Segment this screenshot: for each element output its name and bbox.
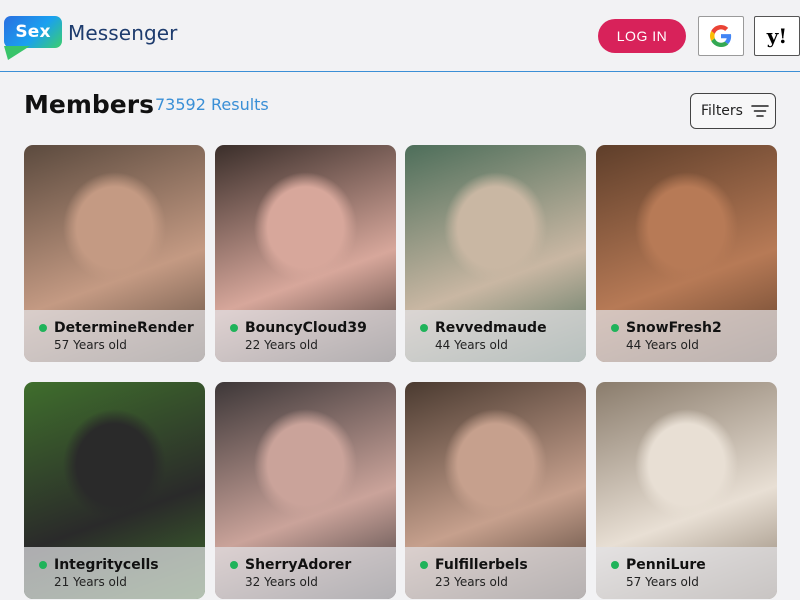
member-name: SherryAdorer xyxy=(245,557,352,573)
filters-button[interactable]: Filters xyxy=(690,93,776,129)
member-info: SherryAdorer 32 Years old xyxy=(215,547,396,599)
member-card[interactable]: Integritycells 21 Years old xyxy=(24,382,205,599)
online-status-dot xyxy=(230,324,238,332)
filters-label: Filters xyxy=(701,103,743,119)
member-age: 44 Years old xyxy=(435,338,508,352)
member-name: SnowFresh2 xyxy=(626,320,722,336)
online-status-dot xyxy=(611,324,619,332)
member-name: Fulfillerbels xyxy=(435,557,528,573)
member-card[interactable]: BouncyCloud39 22 Years old xyxy=(215,145,396,362)
online-status-dot xyxy=(611,561,619,569)
member-card[interactable]: SherryAdorer 32 Years old xyxy=(215,382,396,599)
top-bar: Sex Messenger LOG IN y! xyxy=(0,0,800,72)
member-card[interactable]: Revvedmaude 44 Years old xyxy=(405,145,586,362)
member-info: Revvedmaude 44 Years old xyxy=(405,310,586,362)
yahoo-icon: y! xyxy=(766,24,788,48)
member-age: 23 Years old xyxy=(435,575,508,589)
member-name: Revvedmaude xyxy=(435,320,547,336)
member-info: Fulfillerbels 23 Years old xyxy=(405,547,586,599)
member-name: BouncyCloud39 xyxy=(245,320,367,336)
member-age: 57 Years old xyxy=(54,338,127,352)
online-status-dot xyxy=(420,561,428,569)
google-login-button[interactable] xyxy=(698,16,744,56)
member-info: Integritycells 21 Years old xyxy=(24,547,205,599)
member-info: PenniLure 57 Years old xyxy=(596,547,777,599)
member-info: BouncyCloud39 22 Years old xyxy=(215,310,396,362)
member-info: DetermineRender 57 Years old xyxy=(24,310,205,362)
page-title: Members xyxy=(24,90,154,119)
member-age: 44 Years old xyxy=(626,338,699,352)
member-age: 57 Years old xyxy=(626,575,699,589)
login-button[interactable]: LOG IN xyxy=(598,19,686,53)
member-name: Integritycells xyxy=(54,557,159,573)
google-icon xyxy=(710,25,732,47)
member-age: 32 Years old xyxy=(245,575,318,589)
member-card[interactable]: SnowFresh2 44 Years old xyxy=(596,145,777,362)
member-card[interactable]: DetermineRender 57 Years old xyxy=(24,145,205,362)
filter-icon xyxy=(751,105,769,117)
member-info: SnowFresh2 44 Years old xyxy=(596,310,777,362)
logo-bubble: Sex xyxy=(4,16,62,60)
member-card[interactable]: Fulfillerbels 23 Years old xyxy=(405,382,586,599)
member-age: 22 Years old xyxy=(245,338,318,352)
online-status-dot xyxy=(39,324,47,332)
logo-badge-text: Sex xyxy=(15,22,51,42)
member-card[interactable]: PenniLure 57 Years old xyxy=(596,382,777,599)
site-logo[interactable]: Sex Messenger xyxy=(4,16,178,60)
online-status-dot xyxy=(230,561,238,569)
results-count: 73592 Results xyxy=(155,95,269,114)
member-age: 21 Years old xyxy=(54,575,127,589)
member-name: DetermineRender xyxy=(54,320,194,336)
member-name: PenniLure xyxy=(626,557,706,573)
logo-text: Messenger xyxy=(68,21,178,45)
online-status-dot xyxy=(39,561,47,569)
yahoo-login-button[interactable]: y! xyxy=(754,16,800,56)
online-status-dot xyxy=(420,324,428,332)
